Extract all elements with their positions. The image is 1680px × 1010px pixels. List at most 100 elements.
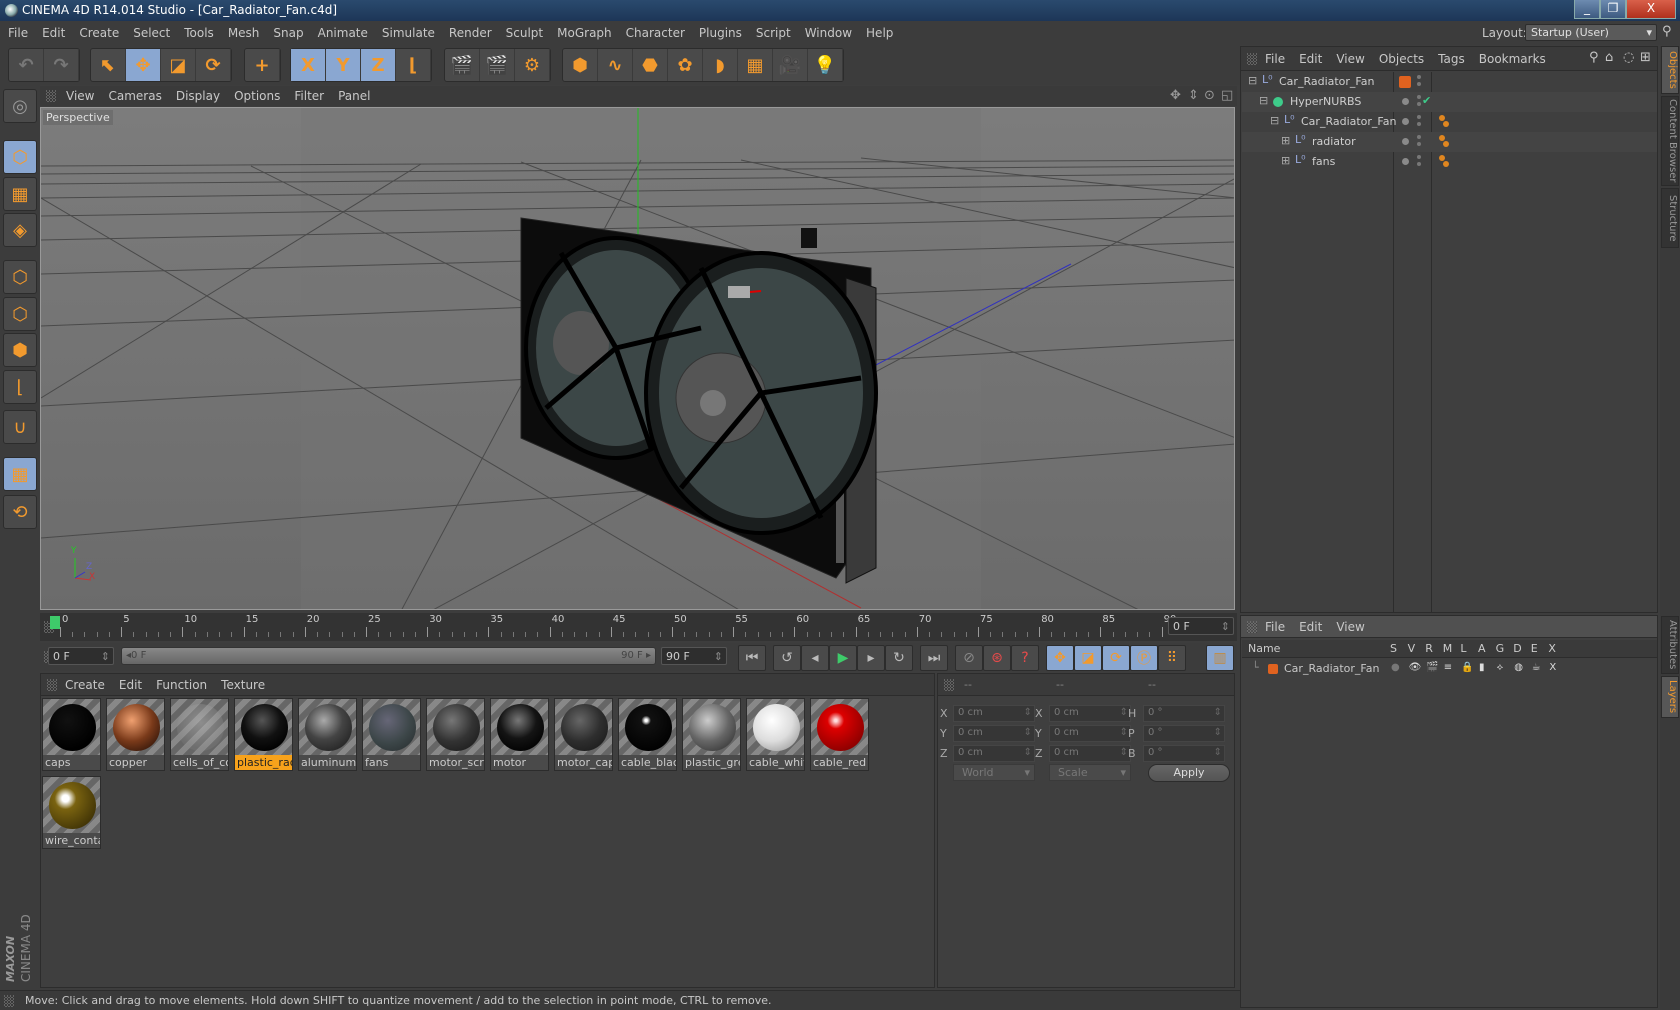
locked-workplane-rotate-button[interactable]: ⟲ bbox=[3, 495, 37, 529]
viewport-menu-filter[interactable]: Filter bbox=[294, 89, 324, 103]
array-button[interactable]: ✿ bbox=[668, 49, 703, 81]
object-menu-tags[interactable]: Tags bbox=[1438, 52, 1465, 66]
render-visibility-dots[interactable] bbox=[1417, 95, 1421, 99]
current-frame-field[interactable]: 0 F ⇕ bbox=[1168, 617, 1234, 635]
z-axis-button[interactable]: Z bbox=[361, 49, 396, 81]
animation-icon[interactable]: ▮ bbox=[1479, 662, 1485, 673]
next-key-button[interactable]: ↻ bbox=[885, 645, 913, 671]
menu-animate[interactable]: Animate bbox=[318, 26, 368, 40]
menu-script[interactable]: Script bbox=[756, 26, 791, 40]
workplane-lock-button[interactable]: ▦ bbox=[3, 457, 37, 491]
menu-sculpt[interactable]: Sculpt bbox=[506, 26, 543, 40]
material-swatch[interactable]: wire_conta bbox=[42, 776, 101, 849]
timeline-ruler[interactable]: 051015202530354045505560657075808590 0 F… bbox=[40, 613, 1237, 641]
layout-dropdown[interactable]: Startup (User) ▾ bbox=[1525, 24, 1657, 41]
deformer-button[interactable]: ◗ bbox=[703, 49, 738, 81]
render-visibility-dots[interactable] bbox=[1417, 135, 1421, 139]
rotate-view-icon[interactable]: ⊙ bbox=[1204, 88, 1215, 103]
redo-button[interactable]: ↷ bbox=[44, 49, 79, 81]
menu-character[interactable]: Character bbox=[626, 26, 685, 40]
object-menu-objects[interactable]: Objects bbox=[1379, 52, 1424, 66]
menu-tools[interactable]: Tools bbox=[184, 26, 214, 40]
material-menu-create[interactable]: Create bbox=[65, 678, 105, 692]
object-row[interactable]: ⊟ L⁰ Car_Radiator_Fan bbox=[1242, 72, 1657, 92]
material-swatch[interactable]: plastic_rad bbox=[234, 698, 293, 771]
restore-button[interactable]: ❐ bbox=[1600, 0, 1626, 19]
key-parameter-button[interactable]: Ⓟ bbox=[1130, 645, 1158, 671]
panel-grip[interactable] bbox=[4, 995, 14, 1007]
deformers-icon[interactable]: ◍ bbox=[1514, 662, 1523, 673]
expressions-icon[interactable]: ☕ bbox=[1532, 662, 1541, 673]
nurbs-button[interactable]: ⬣ bbox=[633, 49, 668, 81]
y-axis-button[interactable]: Y bbox=[326, 49, 361, 81]
eye-icon[interactable]: ◌ bbox=[1623, 50, 1634, 65]
object-menu-view[interactable]: View bbox=[1336, 52, 1364, 66]
rotate-button[interactable]: ⟳ bbox=[196, 49, 231, 81]
model-mode-button[interactable]: ⬡ bbox=[3, 140, 37, 174]
light-button[interactable]: 💡 bbox=[808, 49, 843, 81]
object-menu-edit[interactable]: Edit bbox=[1299, 52, 1322, 66]
new-window-icon[interactable]: ⊞ bbox=[1640, 50, 1651, 65]
x-axis-button[interactable]: X bbox=[291, 49, 326, 81]
points-mode-button[interactable]: ⬡ bbox=[3, 260, 37, 294]
coord-field[interactable]: 0 ° ⇕ bbox=[1143, 705, 1225, 722]
texture-tag-icon[interactable] bbox=[1439, 115, 1445, 121]
material-swatch[interactable]: aluminum bbox=[298, 698, 357, 771]
axis-mode-button[interactable]: ⌊ bbox=[3, 370, 37, 404]
generators-icon[interactable]: ⟡ bbox=[1497, 662, 1504, 673]
coordinate-mode-dropdown[interactable]: World ▾ bbox=[953, 764, 1035, 781]
render-icon[interactable]: 🎬 bbox=[1426, 662, 1438, 673]
menu-snap[interactable]: Snap bbox=[273, 26, 303, 40]
record-keys-button[interactable]: ⊘ bbox=[955, 645, 983, 671]
panel-grip[interactable] bbox=[46, 90, 56, 102]
texture-tag-icon[interactable] bbox=[1439, 135, 1445, 141]
layer-column-v[interactable]: V bbox=[1408, 642, 1416, 655]
panel-grip[interactable] bbox=[47, 679, 57, 691]
coord-field[interactable]: 0 ° ⇕ bbox=[1143, 745, 1225, 762]
go-to-end-button[interactable]: ⏭ bbox=[920, 645, 948, 671]
layer-column-e[interactable]: E bbox=[1531, 642, 1538, 655]
autokeying-button[interactable]: ⊛ bbox=[983, 645, 1011, 671]
visible-icon[interactable]: 👁 bbox=[1409, 662, 1422, 673]
tab-layers[interactable]: Layers bbox=[1661, 676, 1679, 718]
camera-button[interactable]: 🎥 bbox=[773, 49, 808, 81]
coord-field[interactable]: 0 cm ⇕ bbox=[953, 705, 1035, 722]
spline-button[interactable]: ∿ bbox=[598, 49, 633, 81]
expand-icon[interactable]: ⊞ bbox=[1281, 154, 1290, 167]
layer-column-name[interactable]: Name bbox=[1248, 642, 1280, 655]
tab-content-browser[interactable]: Content Browser bbox=[1661, 96, 1679, 186]
live-selection-button[interactable]: ⬉ bbox=[91, 49, 126, 81]
object-row[interactable]: ⊟ L⁰ Car_Radiator_Fan bbox=[1242, 112, 1657, 132]
layer-column-m[interactable]: M bbox=[1443, 642, 1453, 655]
viewport-menu-cameras[interactable]: Cameras bbox=[108, 89, 161, 103]
layer-column-s[interactable]: S bbox=[1390, 642, 1397, 655]
texture-tag-icon[interactable] bbox=[1439, 155, 1445, 161]
material-swatch[interactable]: cells_of_co bbox=[170, 698, 229, 771]
layer-column-a[interactable]: A bbox=[1478, 642, 1486, 655]
material-swatch[interactable]: motor bbox=[490, 698, 549, 771]
coord-field[interactable]: 0 cm ⇕ bbox=[953, 725, 1035, 742]
key-scale-button[interactable]: ◪ bbox=[1074, 645, 1102, 671]
toggle-layout-icon[interactable]: ◱ bbox=[1221, 88, 1233, 103]
layer-row[interactable]: └ Car_Radiator_Fan ● 👁 🎬 ≡ 🔒 ▮ ⟡ ◍ ☕ X bbox=[1242, 659, 1657, 679]
play-button[interactable]: ▶ bbox=[829, 645, 857, 671]
add-button[interactable]: + bbox=[245, 49, 280, 81]
layer-color-swatch[interactable] bbox=[1268, 664, 1278, 674]
previous-key-button[interactable]: ↺ bbox=[773, 645, 801, 671]
layer-menu-view[interactable]: View bbox=[1336, 620, 1364, 634]
coord-field[interactable]: 0 cm ⇕ bbox=[1049, 705, 1131, 722]
material-swatch[interactable]: cable_red bbox=[810, 698, 869, 771]
object-row[interactable]: ⊞ L⁰ fans bbox=[1242, 152, 1657, 172]
snap-button[interactable]: ∪ bbox=[3, 410, 37, 444]
tab-structure[interactable]: Structure bbox=[1661, 188, 1679, 248]
floor-button[interactable]: ▦ bbox=[738, 49, 773, 81]
material-swatch[interactable]: cable_blacl bbox=[618, 698, 677, 771]
coord-field[interactable]: 0 cm ⇕ bbox=[1049, 745, 1131, 762]
tab-objects[interactable]: Objects bbox=[1661, 46, 1679, 94]
pan-view-icon[interactable]: ✥ bbox=[1170, 88, 1181, 103]
layer-column-x[interactable]: X bbox=[1548, 642, 1556, 655]
workplane-mode-button[interactable]: ◈ bbox=[3, 213, 37, 247]
menu-help[interactable]: Help bbox=[866, 26, 893, 40]
polygons-mode-button[interactable]: ⬢ bbox=[3, 333, 37, 367]
material-menu-texture[interactable]: Texture bbox=[221, 678, 265, 692]
